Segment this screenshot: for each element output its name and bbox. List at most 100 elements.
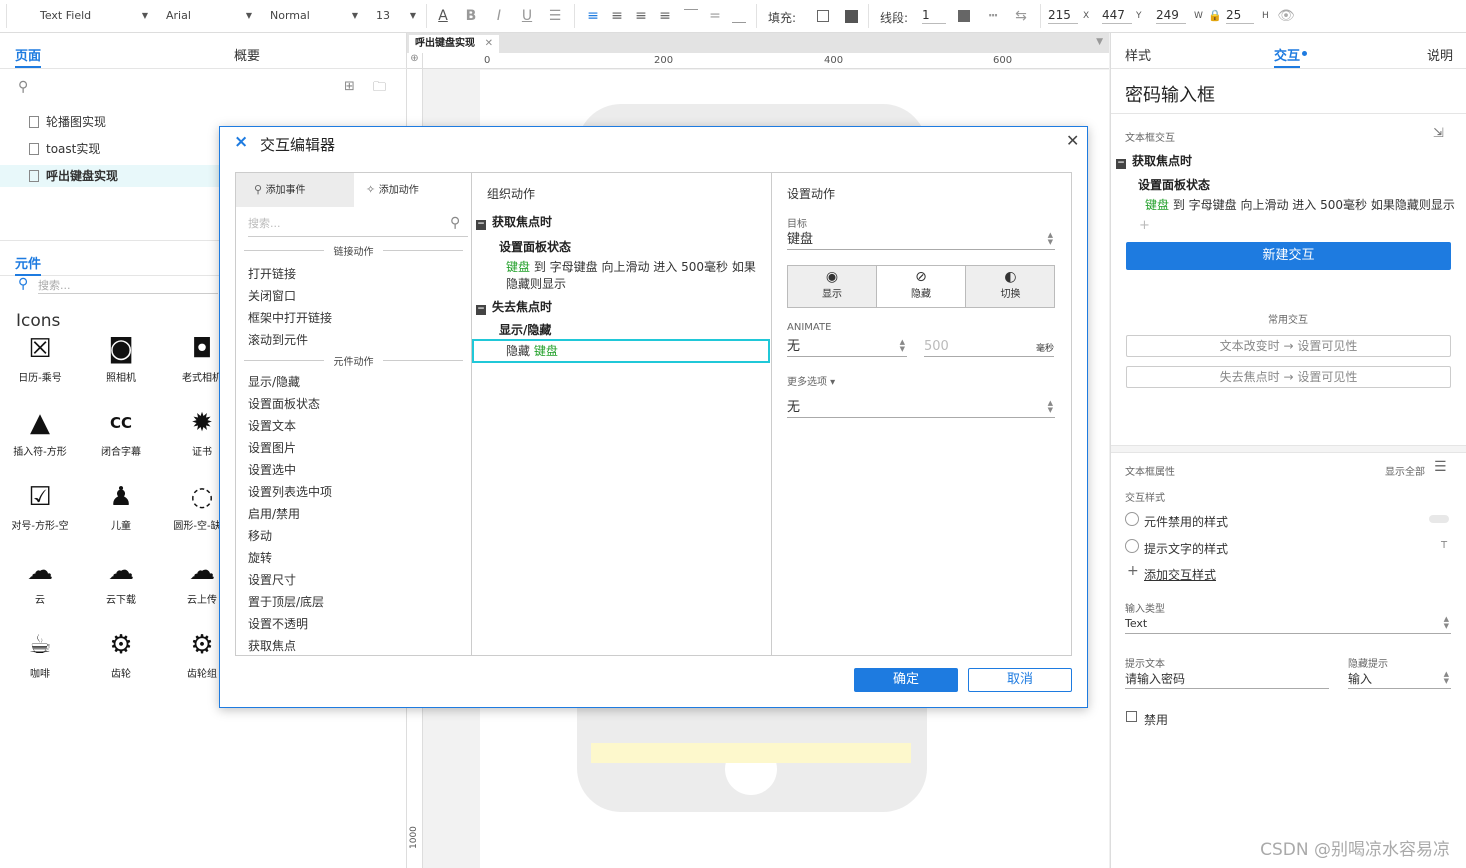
show-option[interactable]: ◉ 显示 [788, 266, 877, 307]
stroke-color-swatch[interactable] [958, 10, 970, 22]
event-heading[interactable]: − 失去焦点时 [476, 298, 552, 315]
expand-editor-icon[interactable]: ⇲ [1433, 126, 1444, 141]
widget-search-icon[interactable]: ⚲ [18, 276, 28, 292]
icon-widget[interactable]: CC 闭合字幕 [81, 407, 161, 481]
action-item[interactable]: 设置图片 [248, 439, 296, 456]
show-all-link[interactable]: 显示全部 [1385, 463, 1425, 478]
action-item[interactable]: 设置选中 [248, 461, 296, 478]
common-interaction-button[interactable]: 文本改变时 → 设置可见性 [1126, 335, 1451, 357]
action-item[interactable]: 置于顶层/底层 [248, 593, 324, 610]
font-family-select[interactable]: Arial ▼ [160, 6, 256, 26]
action-description[interactable]: 键盘 到 字母键盘 向上滑动 进入 500毫秒 如果 隐藏则显示 [506, 259, 756, 293]
icon-widget[interactable]: ◙ 照相机 [81, 333, 161, 407]
icon-widget[interactable]: ☁ 云下载 [81, 555, 161, 629]
collapse-icon[interactable]: − [476, 305, 486, 315]
icon-widget[interactable]: ⚙ 齿轮 [81, 629, 161, 703]
action-search-input[interactable]: 搜索... [248, 215, 468, 237]
action-item[interactable]: 设置文本 [248, 417, 296, 434]
arrow-style-icon[interactable]: ⇆ [1012, 7, 1030, 25]
underline-icon[interactable]: U [518, 7, 536, 25]
font-weight-select[interactable]: Normal ▼ [264, 6, 362, 26]
keyboard-panel[interactable] [591, 743, 911, 763]
height-input[interactable]: 25 [1226, 8, 1254, 24]
valign-bottom-icon[interactable]: ⎽ [730, 7, 748, 25]
widget-search-input[interactable]: 搜索... [38, 277, 218, 294]
canvas-tab[interactable]: 呼出键盘实现 ✕ [409, 35, 499, 53]
tab-outline[interactable]: 概要 [234, 45, 260, 64]
hide-hint-select[interactable]: 输入 ▲ ▼ [1348, 669, 1451, 689]
selected-action[interactable]: 隐藏 键盘 [472, 339, 770, 363]
case-name[interactable]: 显示/隐藏 [499, 321, 551, 338]
align-justify-icon[interactable]: ≡ [656, 7, 674, 25]
y-input[interactable]: 447 [1102, 8, 1132, 24]
action-item[interactable]: 设置不透明 [248, 615, 308, 632]
tab-widgets[interactable]: 元件 [15, 253, 42, 276]
valign-top-icon[interactable]: ⎺ [682, 7, 700, 25]
bullet-list-icon[interactable]: ☰ [546, 7, 564, 25]
disabled-checkbox[interactable] [1126, 711, 1137, 722]
tab-menu-chevron-icon[interactable]: ▼ [1096, 37, 1103, 47]
menu-icon[interactable]: ☰ [1434, 459, 1447, 475]
fill-color-swatch[interactable] [817, 10, 829, 22]
hide-option-selected[interactable]: ⊘ 隐藏 [877, 266, 966, 307]
stroke-style-icon[interactable]: ┅ [984, 7, 1002, 25]
hint-text-input[interactable]: 请输入密码 [1125, 669, 1329, 689]
ok-button[interactable]: 确定 [854, 668, 958, 692]
action-item[interactable]: 旋转 [248, 549, 272, 566]
font-color-icon[interactable]: A [434, 7, 452, 25]
add-event-tab[interactable]: ⚲ 添加事件 [236, 173, 354, 207]
action-item[interactable]: 打开链接 [248, 265, 296, 282]
case-name[interactable]: 设置面板状态 [1138, 176, 1210, 193]
more-options-select[interactable]: 无 ▲ ▼ [787, 398, 1055, 418]
shadow-swatch[interactable] [845, 10, 858, 23]
bold-icon[interactable]: B [462, 7, 480, 25]
icon-widget[interactable]: ☑ 对号-方形-空 [0, 481, 80, 555]
input-type-select[interactable]: Text ▲ ▼ [1125, 614, 1451, 634]
target-select[interactable]: 键盘 ▲ ▼ [787, 230, 1055, 250]
action-item[interactable]: 显示/隐藏 [248, 373, 300, 390]
tab-interactions[interactable]: 交互 [1274, 45, 1301, 68]
close-icon[interactable]: ✕ [1066, 131, 1079, 150]
animate-select[interactable]: 无 ▲ ▼ [787, 337, 907, 357]
event-heading[interactable]: − 获取焦点时 [476, 213, 552, 230]
action-item[interactable]: 滚动到元件 [248, 331, 308, 348]
visibility-eye-icon[interactable]: 👁 [1277, 7, 1295, 25]
add-style-link[interactable]: 添加交互样式 [1144, 566, 1216, 583]
add-style-plus-icon[interactable]: + [1127, 563, 1139, 579]
action-item[interactable]: 移动 [248, 527, 272, 544]
tab-notes[interactable]: 说明 [1427, 45, 1453, 64]
lock-icon[interactable]: 🔒 [1206, 7, 1224, 25]
style-disabled[interactable]: 元件禁用的样式 [1144, 513, 1228, 530]
case-name[interactable]: 设置面板状态 [499, 238, 571, 255]
tab-pages[interactable]: 页面 [15, 45, 42, 68]
library-name[interactable]: Icons [16, 311, 60, 331]
icon-widget[interactable]: ☕ 咖啡 [0, 629, 80, 703]
more-options-toggle[interactable]: 更多选项 ▾ [787, 373, 835, 388]
icon-widget[interactable]: ▲ 插入符-方形 [0, 407, 80, 481]
widget-name[interactable]: 密码输入框 [1125, 81, 1215, 107]
valign-middle-icon[interactable]: = [706, 7, 724, 25]
action-item[interactable]: 获取焦点 [248, 637, 296, 654]
align-right-icon[interactable]: ≡ [632, 7, 650, 25]
add-page-icon[interactable]: ⊞ [344, 79, 355, 94]
event-heading[interactable]: − 获取焦点时 [1116, 152, 1192, 169]
action-item[interactable]: 启用/禁用 [248, 505, 300, 522]
stroke-width-input[interactable]: 1 [922, 8, 946, 24]
x-input[interactable]: 215 [1048, 8, 1078, 24]
cancel-button[interactable]: 取消 [968, 668, 1072, 692]
search-icon[interactable]: ⚲ [18, 79, 28, 95]
tab-style[interactable]: 样式 [1125, 45, 1151, 64]
action-item[interactable]: 关闭窗口 [248, 287, 296, 304]
font-size-select[interactable]: 13 ▼ [370, 6, 420, 26]
duration-input[interactable]: 500 毫秒 [924, 337, 1054, 357]
action-item[interactable]: 设置面板状态 [248, 395, 320, 412]
action-summary[interactable]: 键盘 到 字母键盘 向上滑动 进入 500毫秒 如果隐藏则显示 [1145, 196, 1455, 213]
add-action-tab[interactable]: ✧ 添加动作 [366, 173, 419, 207]
action-item[interactable]: 设置尺寸 [248, 571, 296, 588]
toggle-option[interactable]: ◐ 切换 [966, 266, 1055, 307]
add-action-plus-icon[interactable]: + [1139, 218, 1150, 233]
common-interaction-button[interactable]: 失去焦点时 → 设置可见性 [1126, 366, 1451, 388]
collapse-icon[interactable]: − [1116, 159, 1126, 169]
align-center-icon[interactable]: ≡ [608, 7, 626, 25]
close-tab-icon[interactable]: ✕ [485, 35, 493, 53]
